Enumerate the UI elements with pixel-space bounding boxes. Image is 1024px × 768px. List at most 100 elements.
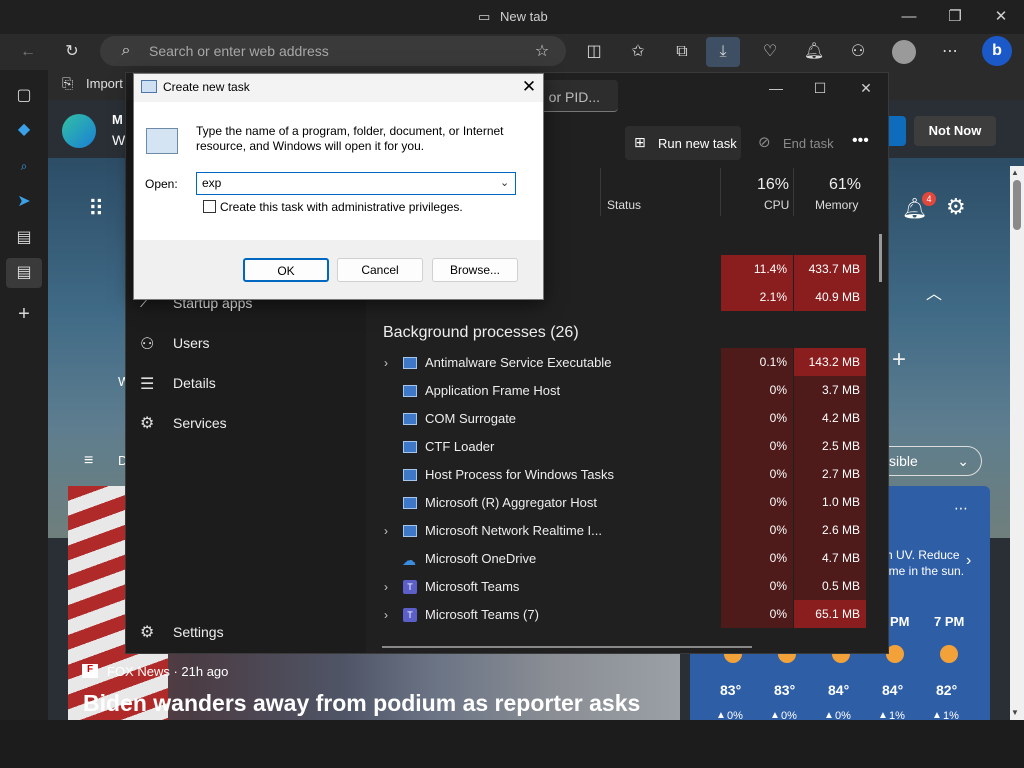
- cancel-button[interactable]: Cancel: [337, 258, 423, 282]
- process-name[interactable]: Host Process for Windows Tasks: [425, 467, 614, 482]
- background-processes-header: Background processes (26): [383, 324, 579, 341]
- admin-privileges-label[interactable]: Create this task with administrative pri…: [220, 200, 463, 214]
- favorite-star-icon[interactable]: ☆: [530, 40, 554, 64]
- search-sidebar-icon[interactable]: ⌕: [12, 154, 36, 178]
- tm-close-icon[interactable]: ✕: [854, 80, 878, 100]
- column-divider: [793, 168, 794, 216]
- downloads-icon[interactable]: ⤓: [706, 37, 740, 67]
- promo-subtitle: W: [112, 132, 126, 148]
- expand-chevron-icon[interactable]: ›: [384, 356, 388, 370]
- tab-title[interactable]: New tab: [500, 9, 548, 24]
- avatar[interactable]: [892, 40, 916, 64]
- chevron-down-icon[interactable]: ⌄: [500, 176, 509, 189]
- more-options-icon[interactable]: ⋯: [938, 40, 962, 64]
- tm-horizontal-scrollbar[interactable]: [382, 646, 752, 648]
- shopping-icon[interactable]: ◆: [12, 118, 36, 142]
- app-cpu-cell: 11.4%: [721, 255, 793, 283]
- onedrive-cloud-icon: ☁: [402, 552, 416, 568]
- end-task-button[interactable]: End task: [783, 136, 834, 151]
- back-arrow-icon[interactable]: ←: [16, 40, 40, 64]
- tab-actions-icon[interactable]: ▢: [12, 84, 36, 108]
- nav-details[interactable]: Details: [173, 375, 216, 391]
- weather-temp: 82°: [936, 682, 958, 698]
- expand-chevron-icon[interactable]: ›: [384, 608, 388, 622]
- page-scrollbar[interactable]: [1010, 166, 1024, 720]
- import-icon: ⎘: [62, 75, 74, 91]
- app-launcher-icon[interactable]: ⠿: [88, 196, 104, 222]
- scroll-down-icon[interactable]: ▼: [1011, 708, 1019, 717]
- nav-users[interactable]: Users: [173, 335, 210, 351]
- restore-icon[interactable]: ❐: [942, 6, 968, 28]
- process-name[interactable]: COM Surrogate: [425, 411, 516, 426]
- process-name[interactable]: Microsoft Network Realtime I...: [425, 523, 602, 538]
- expand-chevron-icon[interactable]: ›: [384, 524, 388, 538]
- promo-title: M: [112, 112, 123, 127]
- process-cpu: 0%: [721, 376, 793, 404]
- minimize-icon[interactable]: —: [896, 6, 922, 28]
- add-icon[interactable]: +: [12, 302, 36, 326]
- process-name[interactable]: Microsoft Teams: [425, 579, 519, 594]
- news-source: FOX News · 21h ago: [107, 664, 229, 679]
- browser-essentials-icon[interactable]: ♡: [758, 40, 782, 64]
- app-window-icon[interactable]: ▤: [12, 226, 36, 250]
- nav-settings[interactable]: Settings: [173, 624, 224, 640]
- process-name[interactable]: Microsoft Teams (7): [425, 607, 539, 622]
- weather-tip-line2: ime in the sun.: [886, 564, 965, 578]
- address-placeholder[interactable]: Search or enter web address: [149, 43, 329, 59]
- process-memory: 4.2 MB: [794, 404, 866, 432]
- weather-temp: 84°: [828, 682, 850, 698]
- process-memory: 2.6 MB: [794, 516, 866, 544]
- task-manager-sidebar-icon[interactable]: ▤: [12, 261, 36, 285]
- favorites-icon[interactable]: ✩: [626, 40, 650, 64]
- process-cpu: 0%: [721, 572, 793, 600]
- admin-privileges-checkbox[interactable]: [203, 200, 216, 213]
- memory-column-header[interactable]: Memory: [815, 198, 858, 212]
- status-column-header[interactable]: Status: [607, 198, 641, 212]
- add-shortcut-icon[interactable]: +: [892, 346, 906, 374]
- import-favorites-link[interactable]: Import: [86, 76, 123, 91]
- collections-icon[interactable]: ⧉: [670, 40, 694, 64]
- telegram-icon[interactable]: ➤: [12, 190, 36, 214]
- process-memory: 0.5 MB: [794, 572, 866, 600]
- tm-maximize-icon[interactable]: ☐: [808, 80, 832, 100]
- open-input[interactable]: [196, 172, 516, 195]
- refresh-icon[interactable]: ↻: [60, 40, 84, 64]
- page-scrollbar-thumb[interactable]: [1013, 180, 1021, 230]
- process-name[interactable]: Microsoft OneDrive: [425, 551, 536, 566]
- split-screen-icon[interactable]: ◫: [582, 40, 606, 64]
- open-input-value[interactable]: exp: [202, 176, 221, 190]
- collapse-chevron-icon[interactable]: ︿: [926, 280, 942, 304]
- search-placeholder[interactable]: r, or PID...: [537, 89, 600, 105]
- column-divider: [720, 168, 721, 216]
- process-name[interactable]: Microsoft (R) Aggregator Host: [425, 495, 597, 510]
- process-name[interactable]: Application Frame Host: [425, 383, 560, 398]
- not-now-button[interactable]: Not Now: [914, 116, 996, 146]
- notifications-icon[interactable]: 🔔︎: [802, 40, 826, 64]
- cpu-column-header[interactable]: CPU: [764, 198, 789, 212]
- expand-chevron-icon[interactable]: ›: [384, 580, 388, 594]
- close-icon[interactable]: ✕: [988, 6, 1014, 28]
- feed-visibility-label: sible: [889, 453, 918, 469]
- news-headline[interactable]: Biden wanders away from podium as report…: [83, 690, 640, 717]
- weather-next-icon[interactable]: ›: [966, 552, 971, 570]
- page-settings-icon[interactable]: ⚙: [946, 194, 966, 220]
- process-memory: 1.0 MB: [794, 488, 866, 516]
- extensions-icon[interactable]: ⚇: [846, 40, 870, 64]
- process-memory: 65.1 MB: [794, 600, 866, 628]
- copilot-icon[interactable]: b: [982, 36, 1012, 66]
- feed-menu-icon[interactable]: ≡: [84, 452, 93, 470]
- app-window-icon: [403, 469, 417, 481]
- dialog-close-icon[interactable]: ✕: [519, 76, 539, 98]
- browse-button[interactable]: Browse...: [432, 258, 518, 282]
- weather-more-icon[interactable]: ⋯: [954, 500, 968, 517]
- tm-more-icon[interactable]: •••: [852, 132, 869, 150]
- teams-icon: T: [403, 580, 417, 594]
- scroll-up-icon[interactable]: ▲: [1011, 168, 1019, 177]
- tm-minimize-icon[interactable]: —: [764, 80, 788, 100]
- process-name[interactable]: CTF Loader: [425, 439, 494, 454]
- run-program-icon: [146, 128, 178, 154]
- tm-scrollbar[interactable]: [879, 234, 882, 282]
- nav-services[interactable]: Services: [173, 415, 227, 431]
- process-name[interactable]: Antimalware Service Executable: [425, 355, 611, 370]
- ok-button[interactable]: OK: [243, 258, 329, 282]
